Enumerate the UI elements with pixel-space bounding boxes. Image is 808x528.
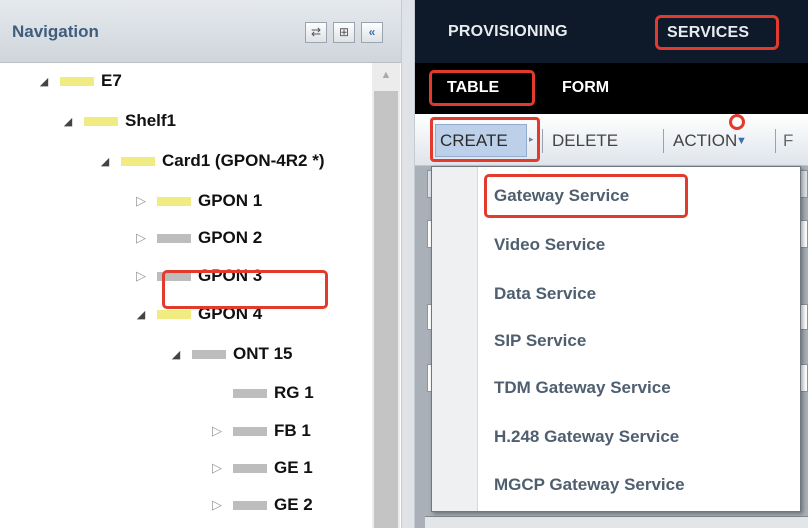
tree-node-gpon-2[interactable]: ▷ GPON 2 [133, 220, 262, 256]
toolbar-separator [542, 129, 543, 153]
folder-yellow-icon [121, 156, 155, 166]
expand-triangle-icon[interactable]: ◢ [168, 348, 184, 361]
tree-node-shelf1[interactable]: ◢ Shelf1 [60, 103, 176, 139]
tab-provisioning[interactable]: PROVISIONING [448, 23, 568, 41]
tree-node-label: Card1 (GPON-4R2 *) [162, 151, 325, 170]
collapsed-triangle-icon[interactable]: ▷ [133, 193, 149, 209]
toolbar-separator [663, 129, 664, 153]
tab-table[interactable]: TABLE [429, 70, 535, 106]
expand-triangle-icon[interactable]: ◢ [60, 115, 76, 128]
refresh-icon[interactable]: ⇄ [305, 22, 327, 43]
click-marker [729, 114, 745, 130]
menu-item-data-service[interactable]: Data Service [494, 284, 596, 304]
collapse-panel-icon[interactable]: « [361, 22, 383, 43]
collapsed-triangle-icon[interactable]: ▷ [209, 497, 225, 513]
collapsed-triangle-icon[interactable]: ▷ [209, 460, 225, 476]
tree-node-label: Shelf1 [125, 111, 177, 130]
menu-item-video-service[interactable]: Video Service [494, 235, 605, 255]
tree-node-ge-1[interactable]: ▷ GE 1 [209, 450, 313, 486]
expand-triangle-icon[interactable]: ◢ [36, 75, 52, 88]
folder-yellow-icon [84, 116, 118, 126]
selection-highlight [162, 270, 328, 309]
action-button[interactable]: ACTION [673, 131, 737, 151]
menu-item-tdm-gateway-service[interactable]: TDM Gateway Service [494, 378, 671, 398]
toolbar-button-clipped[interactable]: F [783, 131, 793, 151]
tab-form[interactable]: FORM [562, 79, 609, 97]
tree-node-ge-2[interactable]: ▷ GE 2 [209, 487, 313, 523]
folder-yellow-icon [60, 76, 94, 86]
tree-node-label: GPON 2 [198, 228, 263, 247]
action-dropdown-icon[interactable]: ▼ [736, 135, 747, 147]
tree-node-label: GPON 1 [198, 191, 263, 210]
tree-node-label: ONT 15 [233, 344, 293, 363]
tree-node-label: E7 [101, 71, 122, 90]
navigation-panel: Navigation ⇄ ⊞ « ◢ E7 ◢ Shelf1 ◢ Card1 (… [0, 0, 401, 528]
folder-gray-icon [233, 388, 267, 398]
folder-yellow-icon [157, 196, 191, 206]
tree-node-gpon-1[interactable]: ▷ GPON 1 [133, 183, 262, 219]
menu-item-mgcp-gateway-service[interactable]: MGCP Gateway Service [494, 475, 685, 495]
toolbar-separator [775, 129, 776, 153]
tree-node-e7[interactable]: ◢ E7 [36, 63, 122, 99]
menu-item-h248-gateway-service[interactable]: H.248 Gateway Service [494, 427, 679, 447]
folder-gray-icon [233, 500, 267, 510]
table-footer [425, 516, 808, 528]
tree-node-label: GE 2 [274, 495, 313, 514]
expand-triangle-icon[interactable]: ◢ [97, 155, 113, 168]
find-icon[interactable]: ⊞ [333, 22, 355, 43]
create-button[interactable]: CREATE [435, 124, 527, 157]
top-tab-bar: PROVISIONING SERVICES [415, 0, 808, 63]
folder-gray-icon [233, 426, 267, 436]
folder-gray-icon [233, 463, 267, 473]
scroll-up-arrow-icon[interactable]: ▲ [372, 65, 400, 85]
tree-node-label: FB 1 [274, 421, 311, 440]
navigation-header: Navigation ⇄ ⊞ « [0, 0, 401, 63]
tab-services[interactable]: SERVICES [655, 15, 779, 50]
folder-yellow-icon [157, 309, 191, 319]
navigation-title: Navigation [12, 22, 99, 41]
tree-node-ont-15[interactable]: ◢ ONT 15 [168, 336, 293, 372]
menu-item-gateway-service[interactable]: Gateway Service [494, 186, 629, 206]
create-dropdown-menu: Gateway Service Video Service Data Servi… [431, 166, 801, 512]
tree-node-label: GE 1 [274, 458, 313, 477]
create-dropdown-icon[interactable]: ▸ [529, 134, 534, 145]
tree-node-label: RG 1 [274, 383, 314, 402]
expand-triangle-icon[interactable]: ◢ [133, 308, 149, 321]
collapsed-triangle-icon[interactable]: ▷ [133, 230, 149, 246]
tree-node-rg-1[interactable]: RG 1 [209, 375, 314, 411]
tree-node-card1[interactable]: ◢ Card1 (GPON-4R2 *) [97, 143, 325, 179]
collapsed-triangle-icon[interactable]: ▷ [209, 423, 225, 439]
menu-gutter [432, 167, 478, 511]
folder-gray-icon [157, 233, 191, 243]
tree-node-fb-1[interactable]: ▷ FB 1 [209, 413, 311, 449]
menu-item-sip-service[interactable]: SIP Service [494, 331, 586, 351]
scrollbar-thumb[interactable] [374, 91, 398, 528]
folder-gray-icon [192, 349, 226, 359]
collapsed-triangle-icon[interactable]: ▷ [133, 268, 149, 284]
panel-splitter[interactable] [401, 0, 415, 528]
delete-button[interactable]: DELETE [552, 131, 618, 151]
toolbar: CREATE ▸ DELETE ACTION ▼ F [415, 114, 808, 166]
sub-tab-bar: TABLE FORM [415, 63, 808, 114]
tree-scrollbar[interactable]: ▲ [372, 63, 400, 528]
